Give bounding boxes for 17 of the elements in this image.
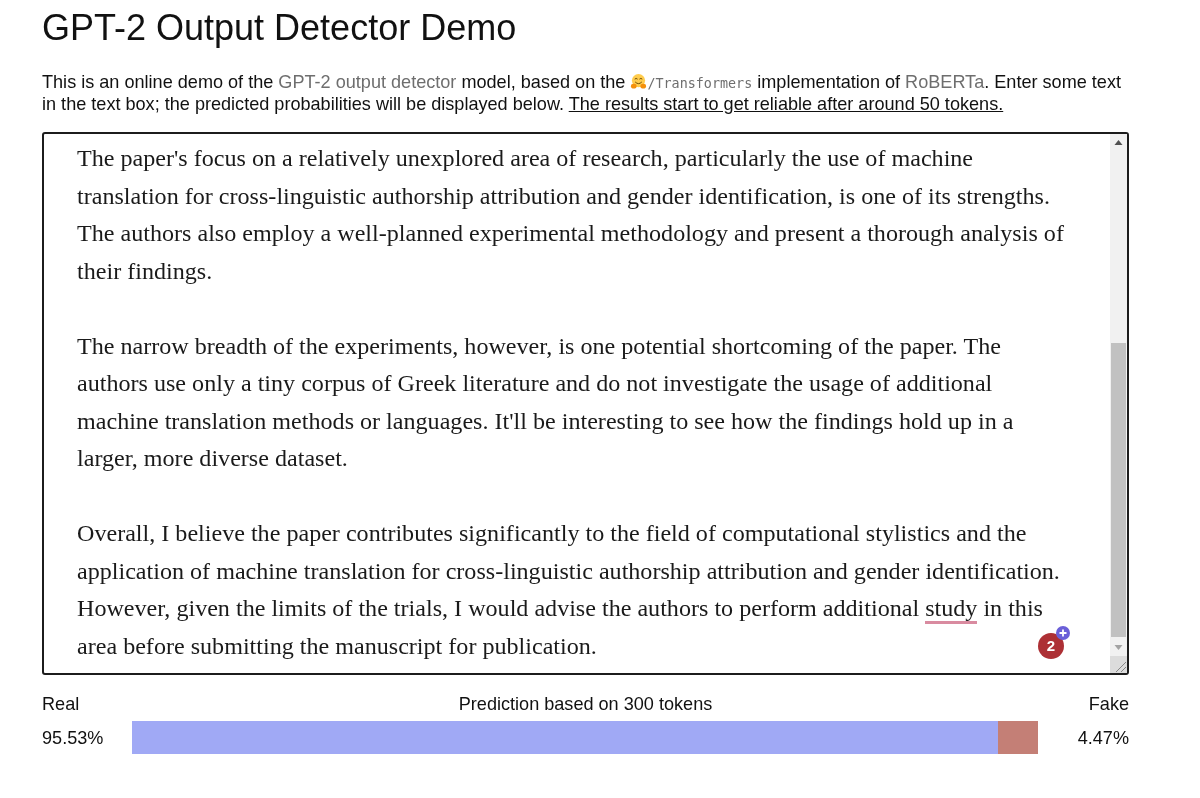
scrollbar-thumb[interactable] [1111,343,1126,637]
code-link[interactable]: /Transformers [630,72,753,92]
plus-icon[interactable] [1056,626,1070,640]
scrollbar[interactable] [1110,134,1127,673]
prediction-caption: Prediction based on 300 tokens [458,694,713,714]
grammar-issues-badge[interactable]: 2 [1038,633,1064,659]
resize-grip-icon[interactable] [1110,656,1127,673]
text-link[interactable]: RoBERTa [905,72,985,92]
hugging-emoji-icon [630,73,648,90]
text-link[interactable]: GPT-2 output detector [278,72,457,92]
page-title: GPT-2 Output Detector Demo [42,6,518,48]
real-percentage: 95.53% [42,727,105,748]
real-label: Real [42,694,80,714]
flagged-word[interactable]: study [925,595,978,624]
intro-text: This is an online demo of the GPT-2 output detector model, based on the /Transformers implementation of RoBERTa. Enter some text in the text box; the predicted probabilities will be displayed below. The results start to get reliable after around 50 tokens. [42,72,1122,114]
fake-label: Fake [1088,694,1129,714]
fake-percentage: 4.47% [1076,727,1129,748]
